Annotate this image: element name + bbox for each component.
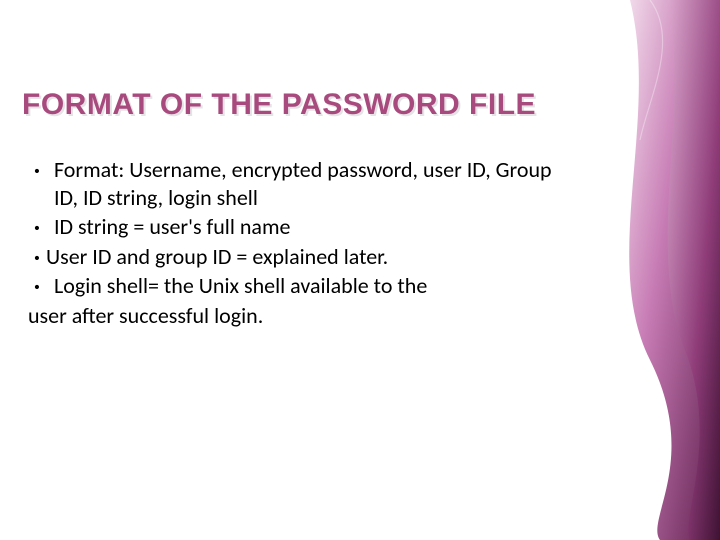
bullet-item: Format: Username, encrypted password, us… [28,156,568,211]
bullet-text: User ID and group ID = explained later. [46,243,568,271]
bullet-text: Login shell= the Unix shell available to… [46,272,568,300]
bullet-text: Format: Username, encrypted password, us… [46,156,568,211]
bullet-item: Login shell= the Unix shell available to… [28,272,568,300]
slide-body: Format: Username, encrypted password, us… [28,156,568,329]
slide-title: FORMAT OF THE PASSWORD FILE FORMAT OF TH… [22,88,536,122]
slide: FORMAT OF THE PASSWORD FILE FORMAT OF TH… [0,0,720,540]
bullet-item: User ID and group ID = explained later. [28,243,568,271]
bullet-dot-icon [28,156,46,184]
bullet-dot-icon [28,243,46,271]
bullet-item: ID string = user's full name [28,213,568,241]
bullet-text: ID string = user's full name [46,213,568,241]
bullet-continuation: user after successful login. [28,302,568,330]
bullet-dot-icon [28,213,46,241]
bullet-dot-icon [28,272,46,300]
slide-title-text: FORMAT OF THE PASSWORD FILE [22,88,536,122]
side-decoration [590,0,720,540]
